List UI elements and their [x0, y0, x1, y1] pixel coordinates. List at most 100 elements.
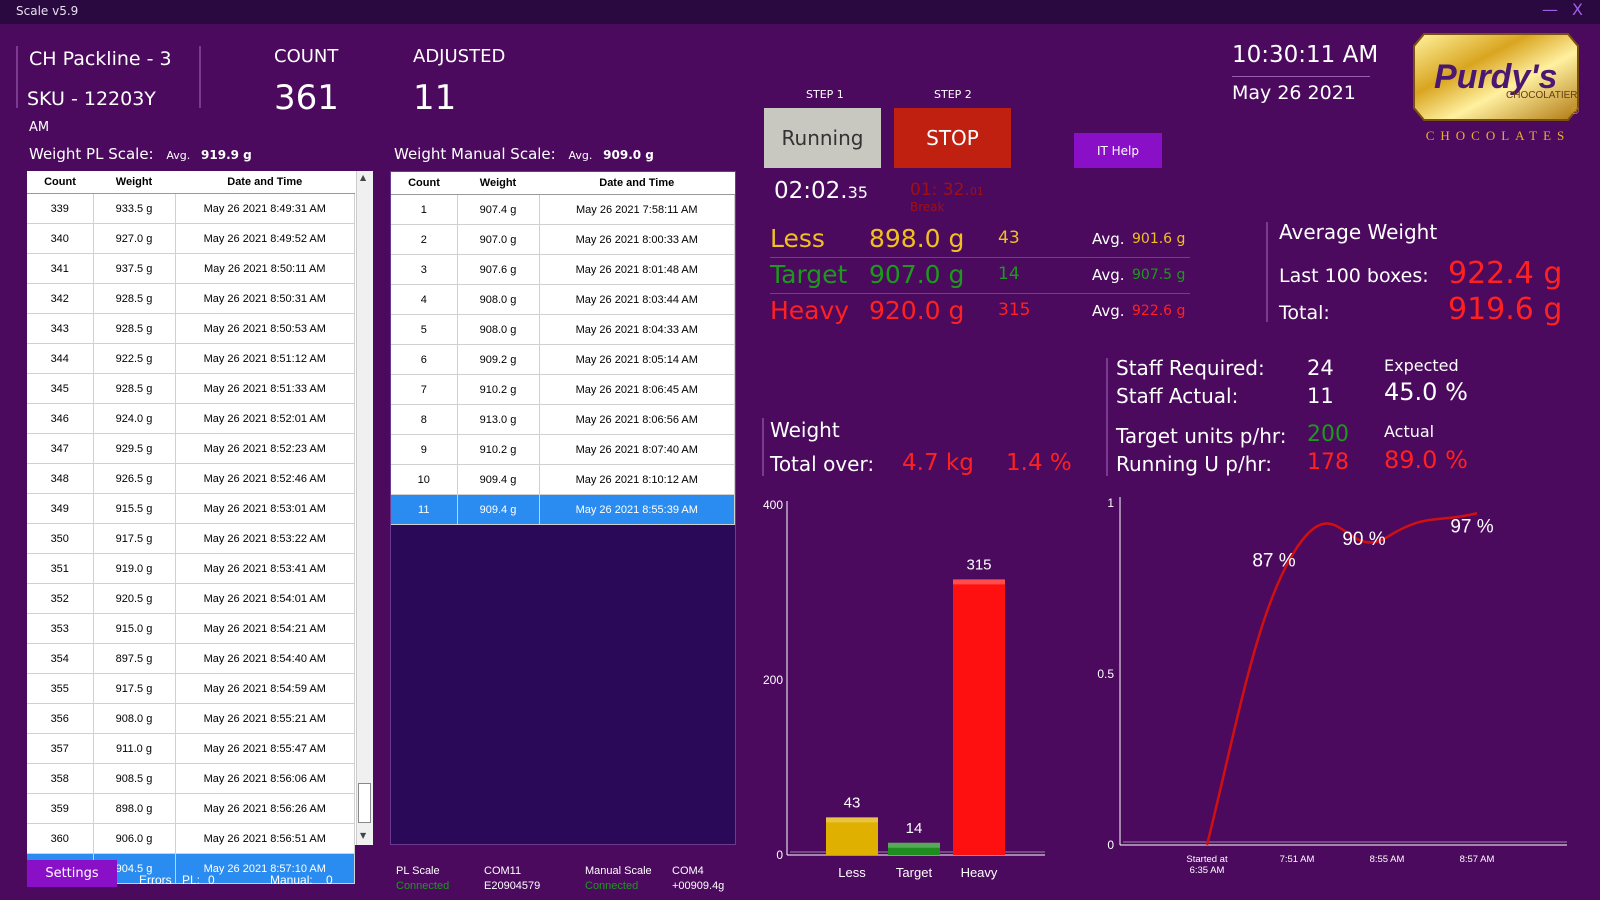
target-label: Target [770, 260, 848, 289]
datetime-cell: May 26 2021 8:53:22 AM [175, 523, 355, 554]
break-timer-main: 01: 32. [910, 180, 970, 200]
table-row[interactable]: 358 908.5 g May 26 2021 8:56:06 AM [27, 763, 355, 794]
pl-scale-table: Count Weight Date and Time 339 933.5 g May… [27, 171, 355, 884]
table-row[interactable]: 348 926.5 g May 26 2021 8:52:46 AM [27, 463, 355, 494]
table-row[interactable]: 339 933.5 g May 26 2021 8:49:31 AM [27, 193, 355, 224]
target-avg-label: Avg. [1092, 266, 1125, 284]
table-row[interactable]: 342 928.5 g May 26 2021 8:50:31 AM [27, 283, 355, 314]
column-header[interactable]: Weight [93, 171, 175, 194]
x-tick-label: 6:35 AM [1190, 865, 1225, 876]
x-category-label: Less [838, 865, 866, 880]
datetime-cell: May 26 2021 8:01:48 AM [539, 254, 735, 285]
scrollbar-thumb[interactable] [358, 783, 371, 823]
count-cell: 344 [27, 343, 94, 374]
weight-cell: 909.2 g [457, 344, 540, 375]
pl-scale-title: Weight PL Scale: Avg. 919.9 g [29, 145, 252, 163]
table-row[interactable]: 340 927.0 g May 26 2021 8:49:52 AM [27, 223, 355, 254]
weight-cell: 911.0 g [93, 733, 176, 764]
count-cell: 10 [391, 464, 458, 495]
stop-button[interactable]: STOP [894, 108, 1011, 168]
point-annotation: 87 % [1252, 550, 1295, 571]
scroll-down-icon[interactable]: ▼ [360, 831, 366, 840]
minimize-button[interactable]: — [1542, 0, 1558, 19]
datetime-cell: May 26 2021 8:10:12 AM [539, 464, 735, 495]
title-bar: Scale v5.9 — X [0, 0, 1600, 24]
weight-cell: 919.0 g [93, 553, 176, 584]
table-row[interactable]: 357 911.0 g May 26 2021 8:55:47 AM [27, 733, 355, 764]
staff-required-label: Staff Required: [1116, 356, 1265, 380]
manual-scale-table-panel[interactable]: Count Weight Date and Time 1 907.4 g May 2… [390, 171, 736, 845]
adjusted-label: ADJUSTED [413, 46, 506, 67]
table-row[interactable]: 344 922.5 g May 26 2021 8:51:12 AM [27, 343, 355, 374]
table-row[interactable]: 6 909.2 g May 26 2021 8:05:14 AM [391, 344, 735, 375]
count-cell: 347 [27, 433, 94, 464]
datetime-cell: May 26 2021 8:56:06 AM [175, 763, 355, 794]
last100-label: Last 100 boxes: [1279, 265, 1429, 287]
last100-value: 922.4 g [1448, 256, 1563, 291]
settings-button[interactable]: Settings [27, 860, 117, 887]
table-row[interactable]: 11 909.4 g May 26 2021 8:55:39 AM [391, 494, 735, 525]
table-row[interactable]: 345 928.5 g May 26 2021 8:51:33 AM [27, 373, 355, 404]
table-row[interactable]: 360 906.0 g May 26 2021 8:56:51 AM [27, 823, 355, 854]
table-row[interactable]: 349 915.5 g May 26 2021 8:53:01 AM [27, 493, 355, 524]
divider [1266, 222, 1268, 322]
table-row[interactable]: 10 909.4 g May 26 2021 8:10:12 AM [391, 464, 735, 495]
count-cell: 4 [391, 284, 458, 315]
staff-required-value: 24 [1307, 356, 1334, 380]
bar-top-highlight [826, 817, 878, 823]
manual-errors-value: 0 [326, 873, 333, 887]
weight-cell: 937.5 g [93, 253, 176, 284]
pl-table-scrollbar[interactable]: ▲ ▼ [356, 171, 373, 845]
table-row[interactable]: 347 929.5 g May 26 2021 8:52:23 AM [27, 433, 355, 464]
weight-cell: 928.5 g [93, 283, 176, 314]
pl-errors-value: 0 [208, 873, 215, 887]
it-help-button[interactable]: IT Help [1074, 133, 1162, 168]
table-row[interactable]: 8 913.0 g May 26 2021 8:06:56 AM [391, 404, 735, 435]
weight-cell: 926.5 g [93, 463, 176, 494]
bar-data-label: 14 [906, 820, 923, 837]
weight-cell: 928.5 g [93, 313, 176, 344]
table-row[interactable]: 351 919.0 g May 26 2021 8:53:41 AM [27, 553, 355, 584]
count-cell: 5 [391, 314, 458, 345]
close-button[interactable]: X [1572, 0, 1583, 19]
count-cell: 360 [27, 823, 94, 854]
table-row[interactable]: 2 907.0 g May 26 2021 8:00:33 AM [391, 224, 735, 255]
datetime-cell: May 26 2021 7:58:11 AM [539, 194, 735, 225]
actual-pct-label: Actual [1384, 422, 1435, 441]
count-cell: 351 [27, 553, 94, 584]
table-row[interactable]: 352 920.5 g May 26 2021 8:54:01 AM [27, 583, 355, 614]
weight-class-bar-chart: 0 200 400 43 Less 14 Target 315 Heavy [763, 498, 1045, 880]
bar-top-highlight [888, 842, 940, 848]
running-button[interactable]: Running [764, 108, 881, 168]
table-row[interactable]: 354 897.5 g May 26 2021 8:54:40 AM [27, 643, 355, 674]
column-header[interactable]: Weight [457, 172, 539, 195]
manual-scale-title: Weight Manual Scale: Avg. 909.0 g [394, 145, 654, 163]
table-row[interactable]: 1 907.4 g May 26 2021 7:58:11 AM [391, 194, 735, 225]
table-row[interactable]: 7 910.2 g May 26 2021 8:06:45 AM [391, 374, 735, 405]
table-row[interactable]: 4 908.0 g May 26 2021 8:03:44 AM [391, 284, 735, 315]
pl-scale-table-panel[interactable]: Count Weight Date and Time 339 933.5 g May… [27, 171, 373, 884]
count-cell: 11 [391, 494, 458, 525]
weight-cell: 908.5 g [93, 763, 176, 794]
target-weight: 907.0 g [869, 260, 965, 289]
run-timer-fraction: 35 [847, 183, 868, 202]
table-row[interactable]: 350 917.5 g May 26 2021 8:53:22 AM [27, 523, 355, 554]
column-header[interactable]: Date and Time [539, 172, 735, 195]
table-row[interactable]: 355 917.5 g May 26 2021 8:54:59 AM [27, 673, 355, 704]
column-header[interactable]: Count [27, 171, 93, 194]
scroll-up-icon[interactable]: ▲ [360, 173, 366, 182]
table-row[interactable]: 5 908.0 g May 26 2021 8:04:33 AM [391, 314, 735, 345]
table-row[interactable]: 359 898.0 g May 26 2021 8:56:26 AM [27, 793, 355, 824]
column-header[interactable]: Date and Time [175, 171, 355, 194]
count-cell: 8 [391, 404, 458, 435]
table-row[interactable]: 9 910.2 g May 26 2021 8:07:40 AM [391, 434, 735, 465]
table-row[interactable]: 346 924.0 g May 26 2021 8:52:01 AM [27, 403, 355, 434]
table-row[interactable]: 356 908.0 g May 26 2021 8:55:21 AM [27, 703, 355, 734]
table-row[interactable]: 343 928.5 g May 26 2021 8:50:53 AM [27, 313, 355, 344]
datetime-cell: May 26 2021 8:07:40 AM [539, 434, 735, 465]
manual-avg-value: 909.0 g [603, 148, 654, 162]
column-header[interactable]: Count [391, 172, 457, 195]
table-row[interactable]: 353 915.0 g May 26 2021 8:54:21 AM [27, 613, 355, 644]
table-row[interactable]: 3 907.6 g May 26 2021 8:01:48 AM [391, 254, 735, 285]
table-row[interactable]: 341 937.5 g May 26 2021 8:50:11 AM [27, 253, 355, 284]
